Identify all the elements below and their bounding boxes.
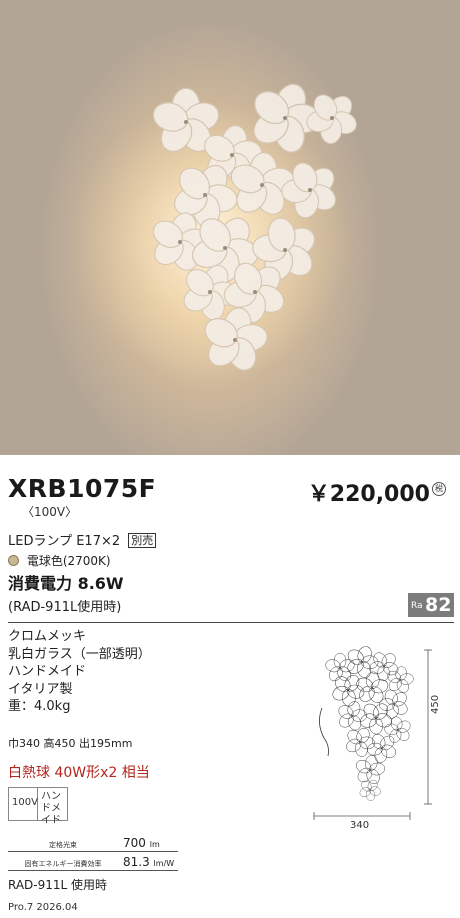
efficiency-value: 81.3 (123, 855, 150, 869)
spec-weight: 重：4.0kg (8, 699, 71, 714)
rad-usage-note: (RAD-911L使用時) (8, 600, 122, 615)
dimension-drawing: 450 340 (300, 628, 460, 838)
efficiency-label: 固有エネルギー消費効率 (24, 860, 102, 868)
lumen-underline (8, 851, 178, 852)
efficiency-value-wrap: 81.3 lm/W (123, 855, 213, 869)
lumen-label: 定格光束 (49, 841, 77, 849)
lumen-row: 定格光束 700 lm (8, 836, 208, 854)
lumen-value: 700 (123, 836, 146, 850)
price: ￥220,000 (307, 482, 430, 507)
width-dimension-label: 340 (350, 820, 370, 831)
spec-handmade: ハンドメイド (8, 664, 87, 679)
model-number: XRB1075F (8, 474, 157, 503)
footer-code: Pro.7 2026.04 (8, 902, 78, 913)
spec-origin: イタリア製 (8, 681, 73, 697)
lamp-info: LEDランプ E17×2 別売 (8, 530, 157, 549)
efficiency-unit: lm/W (153, 859, 175, 868)
ra-value: 82 (425, 594, 452, 616)
spec-finish: クロムメッキ (8, 629, 87, 644)
handmade-tag: ハンドメイド (38, 787, 68, 826)
incandescent-equivalent: 白熱球 40W形x2 相当 (8, 765, 150, 781)
voltage-tag: 100V (8, 787, 38, 821)
color-swatch-icon (8, 555, 19, 566)
height-dimension-label: 450 (430, 694, 441, 714)
tax-mark: 税 (432, 482, 446, 496)
feature-tags: 100V ハンドメイド (8, 787, 68, 826)
power-consumption: 消費電力 8.6W (8, 574, 124, 593)
color-info: 電球色(2700K) (8, 552, 111, 569)
efficiency-underline (8, 870, 178, 871)
spec-list: クロムメッキ 乳白ガラス（一部透明） ハンドメイド イタリア製 重：4.0kg (8, 628, 151, 716)
lamp-spec: LEDランプ E17×2 (8, 534, 121, 549)
dimensions: 巾340 高450 出195mm (8, 737, 133, 750)
sold-separately-badge: 別売 (128, 533, 157, 548)
divider (8, 622, 454, 623)
lumen-unit: lm (149, 840, 160, 849)
efficiency-row: 固有エネルギー消費効率 81.3 lm/W (8, 855, 208, 873)
voltage-note: 〈100V〉 (22, 505, 78, 519)
spec-glass: 乳白ガラス（一部透明） (8, 646, 151, 662)
product-photo (0, 0, 460, 455)
ra-badge: Ra 82 (408, 593, 454, 617)
ra-label: Ra (411, 601, 423, 611)
lumen-value-wrap: 700 lm (123, 836, 213, 850)
flower-sconce-image (0, 0, 460, 455)
color-temperature: 電球色(2700K) (26, 554, 111, 568)
rad-use-note: RAD-911L 使用時 (8, 878, 108, 892)
